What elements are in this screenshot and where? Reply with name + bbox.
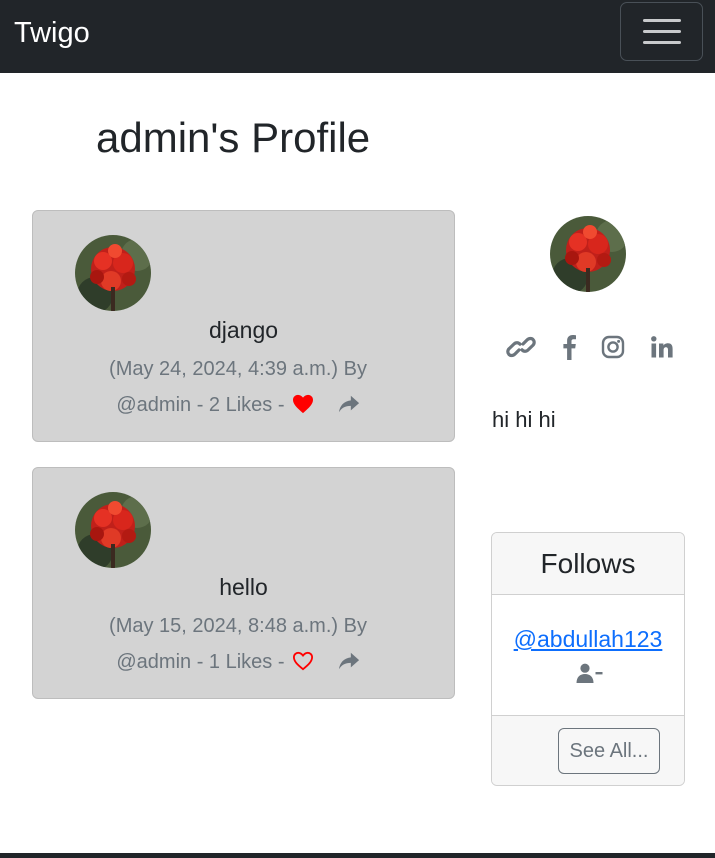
post-card: django (May 24, 2024, 4:39 a.m.) By @adm… bbox=[32, 210, 455, 442]
heart-outline-icon[interactable] bbox=[292, 647, 314, 683]
page-title: admin's Profile bbox=[96, 114, 371, 161]
post-author-likes[interactable]: @admin - 1 Likes - bbox=[116, 651, 284, 673]
profile-avatar bbox=[550, 216, 626, 292]
linkedin-icon[interactable] bbox=[650, 335, 674, 359]
brand-logo[interactable]: Twigo bbox=[14, 16, 90, 50]
flower-avatar-image bbox=[75, 492, 151, 568]
heart-filled-icon[interactable] bbox=[292, 390, 314, 426]
avatar[interactable] bbox=[75, 492, 151, 568]
social-links bbox=[500, 330, 680, 364]
post-meta: (May 15, 2024, 8:48 a.m.) By @admin - 1 … bbox=[93, 608, 383, 683]
facebook-icon[interactable] bbox=[561, 334, 577, 360]
post-body[interactable]: hello bbox=[33, 572, 454, 602]
navbar-toggler-button[interactable] bbox=[620, 2, 703, 61]
follows-footer: See All... bbox=[492, 715, 684, 785]
post-card: hello (May 15, 2024, 8:48 a.m.) By @admi… bbox=[32, 467, 455, 699]
link-icon[interactable] bbox=[506, 334, 536, 360]
see-all-button[interactable]: See All... bbox=[558, 728, 660, 774]
follows-title: Follows bbox=[492, 533, 684, 595]
flower-avatar-image bbox=[550, 216, 626, 292]
navbar: Twigo bbox=[0, 0, 715, 73]
post-author-likes-row: @admin - 2 Likes - bbox=[93, 387, 383, 426]
post-author-likes-row: @admin - 1 Likes - bbox=[93, 644, 383, 683]
bottom-border bbox=[0, 853, 715, 858]
follow-user-link[interactable]: @abdullah123 bbox=[514, 626, 663, 652]
avatar[interactable] bbox=[75, 235, 151, 311]
profile-bio: hi hi hi bbox=[492, 407, 556, 432]
flower-avatar-image bbox=[75, 235, 151, 311]
post-author-likes[interactable]: @admin - 2 Likes - bbox=[116, 394, 284, 416]
post-meta: (May 24, 2024, 4:39 a.m.) By @admin - 2 … bbox=[93, 351, 383, 426]
instagram-icon[interactable] bbox=[601, 335, 625, 359]
post-date: (May 15, 2024, 8:48 a.m.) By bbox=[109, 615, 367, 637]
post-body[interactable]: django bbox=[33, 315, 454, 345]
share-icon[interactable] bbox=[338, 647, 360, 683]
user-minus-icon[interactable] bbox=[576, 659, 604, 692]
share-icon[interactable] bbox=[338, 390, 360, 426]
post-date: (May 24, 2024, 4:39 a.m.) By bbox=[109, 358, 367, 380]
follows-card: Follows @abdullah123 See All... bbox=[491, 532, 685, 786]
follows-list: @abdullah123 bbox=[492, 595, 684, 715]
hamburger-menu-icon bbox=[642, 19, 681, 22]
